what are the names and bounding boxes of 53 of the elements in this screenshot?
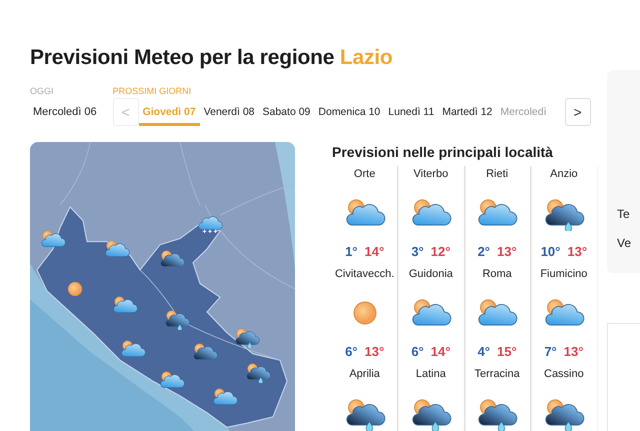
city-name: Aprilia bbox=[349, 368, 380, 382]
section-label: OGGI bbox=[30, 85, 55, 98]
city-name: Rieti bbox=[486, 168, 508, 182]
city-name: Cassino bbox=[544, 368, 584, 382]
city-name: Guidonia bbox=[408, 268, 453, 282]
city-name: Civitavecch. bbox=[334, 268, 394, 282]
sun-cloud-icon bbox=[191, 341, 219, 363]
city-name: Fiumicino bbox=[540, 268, 588, 282]
min-temperature: 3° bbox=[411, 244, 424, 259]
partly-cloudy-icon bbox=[211, 386, 239, 408]
rain-cloud-icon bbox=[244, 361, 272, 383]
city-name: Viterbo bbox=[414, 168, 448, 182]
region-name: Lazio bbox=[340, 46, 393, 69]
day-tab[interactable]: Sabato 09 bbox=[258, 98, 314, 126]
day-tab[interactable]: Domenica 10 bbox=[314, 98, 384, 126]
section-label: PROSSIMI GIORNI bbox=[112, 85, 192, 98]
day-tab[interactable]: Lunedì 11 bbox=[384, 98, 438, 126]
day-tab[interactable]: Venerdì 08 bbox=[200, 98, 258, 126]
partly-cloudy-icon bbox=[119, 338, 147, 360]
page-title: Previsioni Meteo per la regione bbox=[30, 46, 334, 69]
city-name: Terracina bbox=[474, 368, 520, 382]
max-temperature: 13° bbox=[564, 344, 584, 359]
day-tab[interactable]: Martedì 12 bbox=[438, 98, 496, 126]
min-temperature: 6° bbox=[345, 344, 358, 359]
max-temperature: 13° bbox=[567, 244, 588, 259]
max-temperature: 14° bbox=[364, 244, 384, 259]
min-temperature: 6° bbox=[411, 344, 424, 359]
min-temperature: 1° bbox=[345, 244, 358, 259]
min-temperature: 10° bbox=[540, 244, 560, 259]
partly-cloudy-icon bbox=[111, 294, 139, 316]
next-button[interactable]: > bbox=[564, 98, 591, 126]
city-name: Anzio bbox=[550, 168, 578, 182]
min-temperature: 7° bbox=[544, 344, 557, 359]
partly-cloudy-icon bbox=[103, 238, 131, 260]
max-temperature: 13° bbox=[364, 344, 384, 359]
day-tab[interactable]: Mercoledì 06 bbox=[30, 98, 101, 126]
max-temperature: 13° bbox=[497, 244, 517, 259]
max-temperature: 12° bbox=[430, 244, 450, 259]
rain-cloud-icon bbox=[163, 308, 191, 330]
city-name: Roma bbox=[482, 268, 512, 282]
partly-cloudy-icon bbox=[39, 228, 67, 250]
panel-text: Te bbox=[617, 207, 631, 221]
city-name: Latina bbox=[416, 368, 446, 382]
min-temperature: 4° bbox=[478, 344, 490, 359]
city-name: Orte bbox=[354, 168, 376, 182]
section-title: Previsioni nelle principali località bbox=[332, 144, 554, 160]
max-temperature: 14° bbox=[430, 344, 450, 359]
panel-text: Ve bbox=[617, 236, 632, 250]
max-temperature: 15° bbox=[497, 344, 517, 359]
partly-cloudy-icon bbox=[158, 369, 186, 391]
rain-cloud-icon bbox=[233, 326, 261, 348]
sun-cloud-icon bbox=[158, 248, 186, 270]
min-temperature: 2° bbox=[478, 244, 490, 259]
